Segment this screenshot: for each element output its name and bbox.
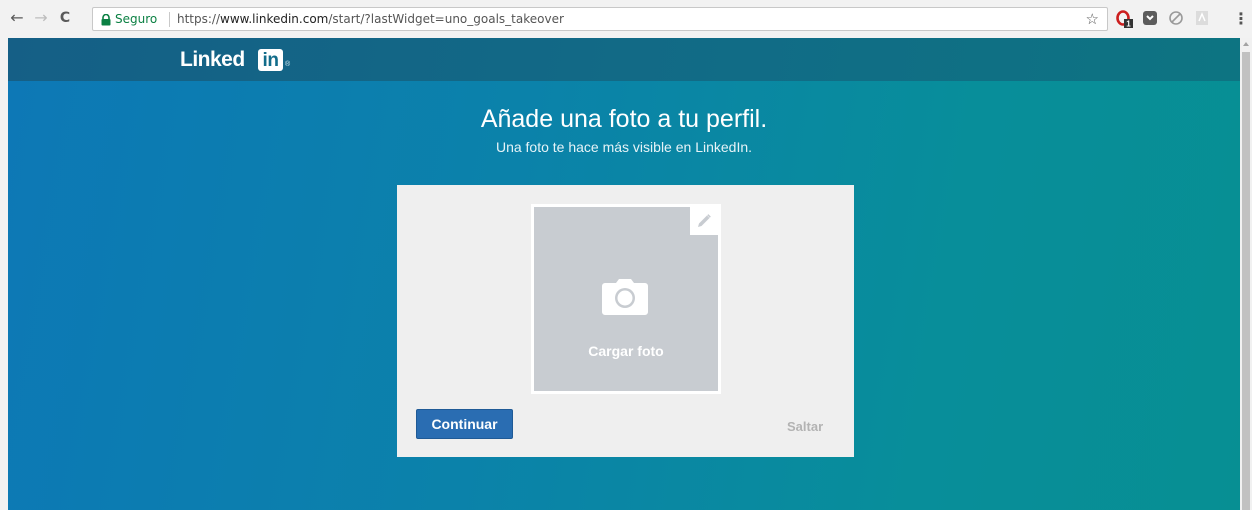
lock-icon [101, 13, 111, 26]
extension-blocker-icon[interactable] [1168, 10, 1184, 26]
forward-button[interactable]: → [32, 9, 50, 27]
linkedin-page: Linked in ® Añade una foto a tu perfil. … [8, 38, 1240, 510]
bookmark-star-icon[interactable]: ☆ [1086, 10, 1099, 28]
browser-toolbar: ← → C Seguro https://www.linkedin.com/st… [0, 0, 1252, 39]
extension-pocket-icon[interactable] [1142, 10, 1158, 26]
site-header: Linked in ® [8, 38, 1240, 81]
continue-button[interactable]: Continuar [416, 409, 513, 439]
extension-pdf-icon[interactable] [1194, 10, 1210, 26]
edit-photo-button[interactable] [690, 207, 718, 235]
logo-in-badge: in [258, 49, 283, 71]
secure-label: Seguro [115, 12, 158, 26]
url-path: /start/?lastWidget=uno_goals_takeover [328, 12, 564, 26]
scroll-thumb[interactable] [1242, 52, 1250, 510]
url-text[interactable]: https://www.linkedin.com/start/?lastWidg… [177, 12, 564, 26]
logo-word: Linked [180, 48, 245, 71]
skip-link[interactable]: Saltar [787, 419, 823, 434]
browser-menu-icon[interactable]: ⋮ [1233, 9, 1249, 28]
omnibox-divider [169, 12, 170, 27]
address-bar[interactable]: Seguro https://www.linkedin.com/start/?l… [92, 7, 1108, 31]
back-button[interactable]: ← [8, 9, 26, 27]
url-prefix: https:// [177, 12, 221, 26]
scroll-up-arrow-icon[interactable] [1243, 42, 1249, 46]
logo-registered-mark: ® [285, 61, 290, 68]
upload-photo-label: Cargar foto [588, 343, 664, 359]
extension-badge: 1 [1126, 20, 1131, 29]
photo-upload-area[interactable]: Cargar foto [531, 204, 721, 394]
reload-button[interactable]: C [56, 9, 74, 27]
window-left-edge [0, 38, 8, 510]
url-domain: www.linkedin.com [220, 12, 329, 26]
page-subtitle: Una foto te hace más visible en LinkedIn… [495, 139, 753, 155]
page-title: Añade una foto a tu perfil. [480, 105, 768, 133]
pencil-icon [698, 214, 711, 227]
extension-opera-icon[interactable]: 1 [1116, 10, 1133, 29]
photo-upload-card: Cargar foto Continuar Saltar [397, 185, 854, 457]
page-scrollbar[interactable] [1240, 38, 1252, 510]
camera-icon [601, 279, 649, 320]
